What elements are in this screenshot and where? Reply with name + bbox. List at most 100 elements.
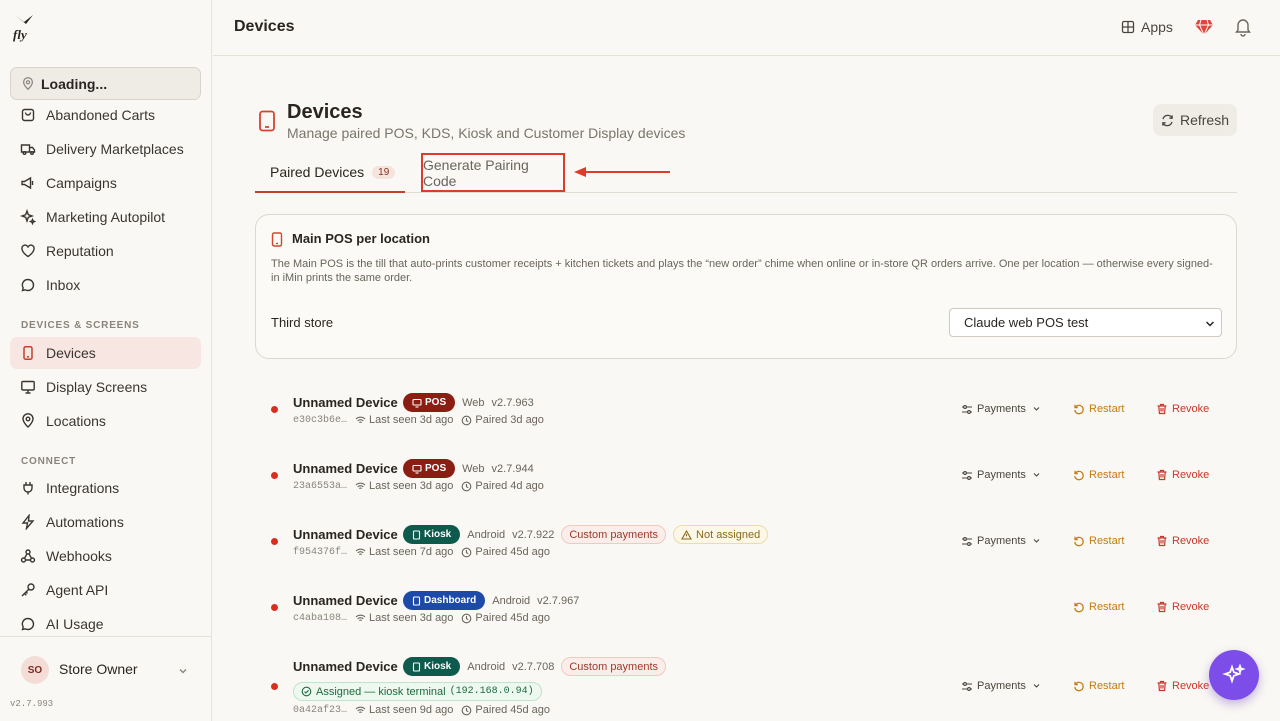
payments-dropdown[interactable]: Payments (961, 403, 1042, 415)
device-meta: 23a6553a… Last seen 3d ago Paired 4d ago (293, 480, 544, 492)
not-assigned-badge: Not assigned (673, 525, 769, 544)
assigned-badge: Assigned — kiosk terminal (192.168.0.94) (293, 682, 542, 701)
monitor-icon (412, 464, 422, 474)
bell-icon[interactable] (1234, 17, 1252, 37)
last-seen-label: Last seen 3d ago (369, 612, 454, 624)
location-selector-label: Loading... (41, 75, 108, 92)
last-seen-label: Last seen 9d ago (369, 704, 454, 716)
sidebar-item-webhooks[interactable]: Webhooks (10, 540, 201, 572)
monitor-icon (21, 380, 35, 394)
page-subtitle: Manage paired POS, KDS, Kiosk and Custom… (287, 125, 686, 141)
sidebar-item-label: Abandoned Carts (46, 107, 155, 123)
revoke-button[interactable]: Revoke (1156, 535, 1209, 547)
tablet-icon (412, 661, 421, 672)
revoke-button[interactable]: Revoke (1156, 680, 1209, 692)
payments-dropdown[interactable]: Payments (961, 680, 1042, 692)
device-row: Unnamed Device Kiosk Android v2.7.922 Cu… (255, 520, 1237, 580)
sidebar-item-inbox[interactable]: Inbox (10, 269, 201, 301)
status-dot (271, 472, 278, 479)
sidebar-item-label: Campaigns (46, 175, 117, 191)
sidebar-item-locations[interactable]: Locations (10, 405, 201, 437)
user-menu[interactable]: SO Store Owner v2.7.993 (0, 636, 212, 721)
trash-icon (1157, 469, 1167, 481)
sidebar-item-agent-api[interactable]: Agent API (10, 574, 201, 606)
warning-icon (681, 529, 692, 540)
type-badge: Kiosk (403, 657, 461, 676)
sidebar-item-ai-usage[interactable]: AI Usage (10, 608, 201, 636)
sidebar-item-campaigns[interactable]: Campaigns (10, 167, 201, 199)
device-name: Unnamed Device (293, 659, 398, 674)
tablet-icon (259, 110, 275, 132)
paired-label: Paired 45d ago (475, 546, 551, 558)
sidebar-item-label: Delivery Marketplaces (46, 141, 184, 157)
sidebar-item-reputation[interactable]: Reputation (10, 235, 201, 267)
restart-button[interactable]: Restart (1073, 601, 1124, 613)
device-meta: 0a42af23… Last seen 9d ago Paired 45d ag… (293, 704, 550, 716)
sidebar-item-display-screens[interactable]: Display Screens (10, 371, 201, 403)
restart-button[interactable]: Restart (1073, 469, 1124, 481)
apps-button[interactable]: Apps (1121, 19, 1173, 35)
tab-bar: Paired Devices 19 Generate Pairing Code (255, 153, 1237, 193)
clock-icon (462, 415, 472, 425)
restart-button[interactable]: Restart (1073, 403, 1124, 415)
sidebar-item-devices[interactable]: Devices (10, 337, 201, 369)
sidebar-item-automations[interactable]: Automations (10, 506, 201, 538)
tab-generate-pairing-code[interactable]: Generate Pairing Code (421, 153, 565, 192)
last-seen: Last seen 7d ago (355, 546, 453, 558)
sidebar-item-abandoned-carts[interactable]: Abandoned Carts (10, 99, 201, 131)
tab-label: Generate Pairing Code (423, 156, 529, 189)
ai-assistant-button[interactable] (1209, 650, 1259, 700)
device-tags: POS Web v2.7.944 (403, 459, 534, 478)
platform: Web (462, 462, 485, 475)
payments-label: Payments (977, 403, 1026, 415)
type-badge: Kiosk (403, 525, 461, 544)
restart-icon (1074, 404, 1084, 415)
revoke-button[interactable]: Revoke (1156, 403, 1209, 415)
sidebar-item-integrations[interactable]: Integrations (10, 472, 201, 504)
device-meta: e30c3b6e… Last seen 3d ago Paired 3d ago (293, 414, 544, 426)
fly-logo[interactable]: fly (12, 12, 36, 42)
revoke-button[interactable]: Revoke (1156, 601, 1209, 613)
revoke-button[interactable]: Revoke (1156, 469, 1209, 481)
revoke-label: Revoke (1172, 680, 1210, 692)
chat-icon (21, 278, 35, 292)
refresh-button[interactable]: Refresh (1153, 104, 1237, 136)
type-label: POS (425, 397, 447, 408)
tablet-icon (412, 529, 421, 540)
sidebar-item-label: Agent API (46, 582, 109, 598)
main-pos-select[interactable]: Claude web POS test (949, 308, 1222, 337)
megaphone-icon (21, 176, 34, 190)
device-id: c4aba108… (293, 612, 348, 624)
avatar: SO (21, 656, 49, 684)
restart-button[interactable]: Restart (1073, 535, 1124, 547)
grid-icon (1121, 20, 1135, 34)
clock-icon (462, 705, 472, 715)
location-selector[interactable]: Loading... (10, 67, 201, 100)
sidebar-item-delivery-marketplaces[interactable]: Delivery Marketplaces (10, 133, 201, 165)
section-devices-screens: DEVICES & SCREENS (21, 320, 140, 331)
last-seen: Last seen 9d ago (355, 704, 453, 716)
tab-paired-devices[interactable]: Paired Devices 19 (255, 153, 405, 193)
type-label: Kiosk (424, 661, 452, 672)
payments-dropdown[interactable]: Payments (961, 469, 1042, 481)
chevron-down-icon (1033, 539, 1040, 543)
sidebar-item-label: Marketing Autopilot (46, 209, 166, 225)
wifi-icon (355, 706, 366, 714)
gem-icon[interactable] (1194, 17, 1214, 37)
trash-icon (1157, 680, 1167, 692)
sidebar: fly Loading... Abandoned Carts Delivery … (0, 0, 212, 721)
revoke-label: Revoke (1172, 403, 1210, 415)
wifi-icon (355, 416, 366, 424)
sidebar-item-marketing-autopilot[interactable]: Marketing Autopilot (10, 201, 201, 233)
type-label: Dashboard (424, 595, 477, 606)
sidebar-item-label: Locations (46, 413, 106, 429)
type-label: POS (425, 463, 447, 474)
warning-label: Not assigned (696, 528, 761, 541)
chevron-down-icon (1033, 684, 1040, 688)
restart-button[interactable]: Restart (1073, 680, 1124, 692)
chevron-down-icon (1033, 407, 1040, 411)
card-title: Main POS per location (292, 231, 430, 246)
revoke-label: Revoke (1172, 469, 1210, 481)
assigned-ip: (192.168.0.94) (449, 686, 534, 697)
payments-dropdown[interactable]: Payments (961, 535, 1042, 547)
